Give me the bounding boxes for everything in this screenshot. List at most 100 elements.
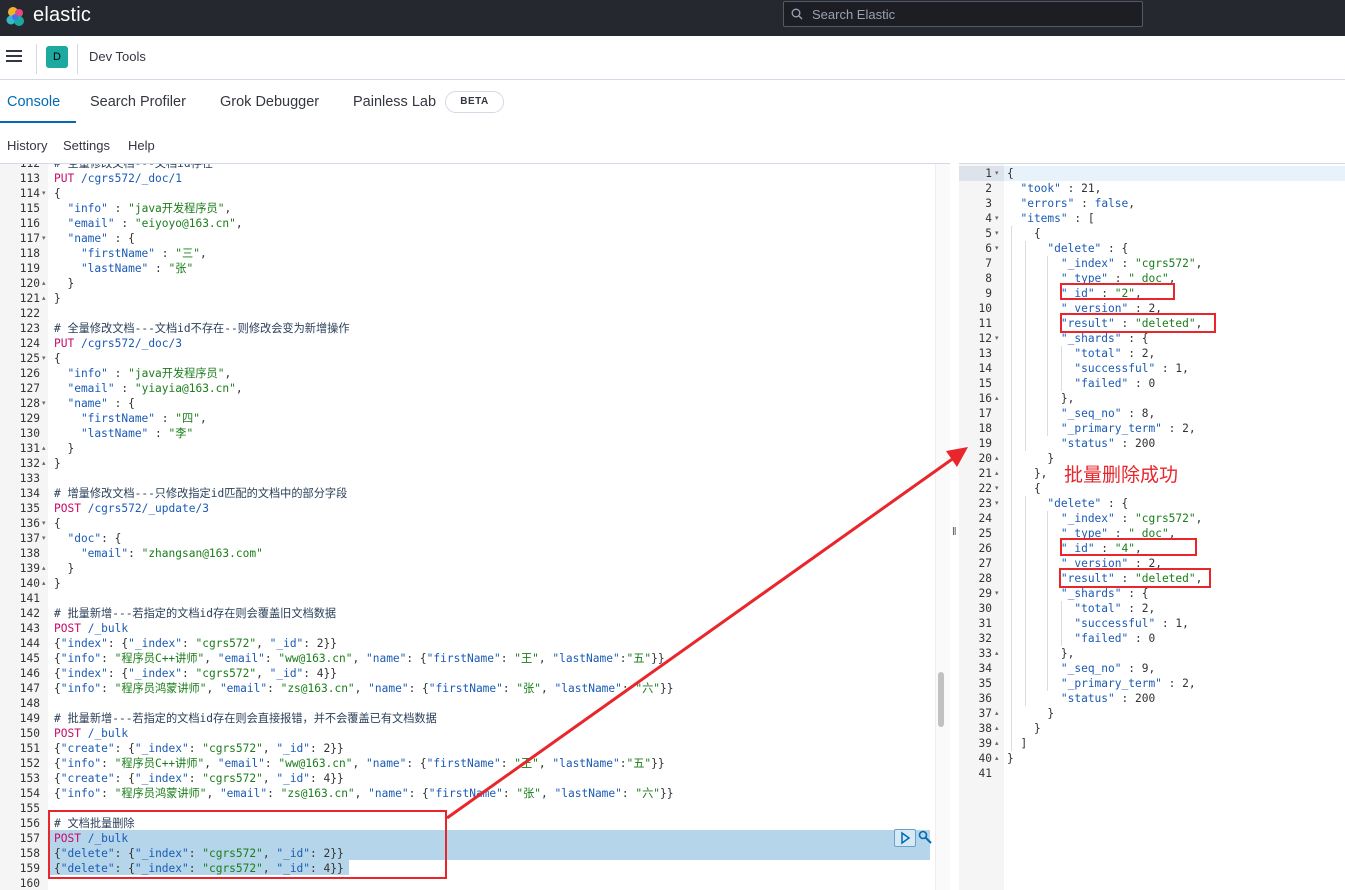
code-line: {"info": "程序员C++讲师", "email": "ww@163.cn… — [54, 757, 665, 770]
search-input[interactable] — [812, 4, 1132, 24]
line-number: 36 — [978, 692, 992, 705]
fold-toggle-icon[interactable]: ▴ — [995, 721, 999, 736]
line-number: 14 — [978, 362, 992, 375]
line-number: 8 — [985, 272, 992, 285]
divider — [77, 44, 78, 74]
line-number: 9 — [985, 287, 992, 300]
code-line: # 全量修改文档---文档id不存在--则修改会变为新增操作 — [54, 322, 350, 335]
line-number: 6 — [985, 242, 992, 255]
fold-toggle-icon[interactable]: ▴ — [42, 561, 46, 576]
fold-toggle-icon[interactable]: ▾ — [42, 186, 46, 201]
editor-scrollbar[interactable] — [935, 164, 950, 890]
fold-toggle-icon[interactable]: ▾ — [995, 586, 999, 601]
fold-toggle-icon[interactable]: ▾ — [995, 166, 999, 181]
fold-toggle-icon[interactable]: ▴ — [42, 276, 46, 291]
request-editor[interactable]: 112 # 全量修改文档---文档id存在 113 PUT /cgrs572/_doc… — [0, 163, 950, 890]
code-line: "successful" : 1, — [1007, 362, 1189, 375]
line-number: 30 — [978, 602, 992, 615]
line-number: 16 — [978, 392, 992, 405]
beta-badge: BETA — [445, 91, 504, 113]
fold-toggle-icon[interactable]: ▾ — [995, 496, 999, 511]
line-number: 148 — [19, 697, 40, 710]
fold-toggle-icon[interactable]: ▴ — [995, 646, 999, 661]
code-line: } — [54, 277, 75, 290]
line-number: 146 — [19, 667, 40, 680]
line-number: 28 — [978, 572, 992, 585]
code-line: "delete" : { — [1007, 242, 1129, 255]
fold-toggle-icon[interactable]: ▾ — [42, 531, 46, 546]
highlight-box — [1060, 313, 1216, 333]
fold-toggle-icon[interactable]: ▴ — [42, 441, 46, 456]
code-line: # 批量新增---若指定的文档id存在则会覆盖旧文档数据 — [54, 607, 337, 620]
hamburger-menu-icon[interactable] — [6, 50, 22, 64]
fold-toggle-icon[interactable]: ▴ — [995, 751, 999, 766]
line-number: 12 — [978, 332, 992, 345]
tab-grok-debugger[interactable]: Grok Debugger — [220, 94, 319, 110]
fold-toggle-icon[interactable]: ▾ — [995, 241, 999, 256]
code-line: "lastName" : "张" — [54, 262, 194, 275]
line-number: 122 — [19, 307, 40, 320]
fold-toggle-icon[interactable]: ▾ — [42, 231, 46, 246]
code-line: {"index": {"_index": "cgrs572", "_id": 4… — [54, 667, 337, 680]
fold-toggle-icon[interactable]: ▴ — [42, 456, 46, 471]
line-number: 35 — [978, 677, 992, 690]
code-line: {"info": "程序员鸿蒙讲师", "email": "zs@163.cn"… — [54, 787, 674, 800]
send-request-button[interactable] — [894, 829, 916, 847]
editor-scrollbar-thumb[interactable] — [938, 672, 944, 727]
line-number: 7 — [985, 257, 992, 270]
code-line: {"info": "程序员鸿蒙讲师", "email": "zs@163.cn"… — [54, 682, 674, 695]
space-avatar[interactable]: D — [46, 46, 68, 68]
code-line: } — [1007, 722, 1041, 735]
line-number: 40 — [978, 752, 992, 765]
line-number: 18 — [978, 422, 992, 435]
line-number: 39 — [978, 737, 992, 750]
settings-link[interactable]: Settings — [63, 138, 110, 153]
line-number: 15 — [978, 377, 992, 390]
line-number: 135 — [19, 502, 40, 515]
tab-painless-lab[interactable]: Painless Lab — [353, 94, 436, 110]
fold-toggle-icon[interactable]: ▴ — [995, 391, 999, 406]
highlight-box — [1059, 568, 1211, 588]
line-number: 13 — [978, 347, 992, 360]
help-link[interactable]: Help — [128, 138, 155, 153]
fold-toggle-icon[interactable]: ▴ — [995, 451, 999, 466]
line-number: 3 — [985, 197, 992, 210]
global-search[interactable] — [783, 1, 1143, 27]
fold-toggle-icon[interactable]: ▾ — [42, 351, 46, 366]
wrench-icon[interactable] — [917, 829, 933, 845]
fold-toggle-icon[interactable]: ▾ — [995, 211, 999, 226]
line-number: 160 — [19, 877, 40, 890]
tab-console[interactable]: Console — [7, 94, 60, 110]
fold-toggle-icon[interactable]: ▾ — [995, 226, 999, 241]
line-number: 150 — [19, 727, 40, 740]
fold-toggle-icon[interactable]: ▴ — [995, 466, 999, 481]
fold-toggle-icon[interactable]: ▴ — [42, 291, 46, 306]
fold-toggle-icon[interactable]: ▾ — [995, 481, 999, 496]
code-line: "_index" : "cgrs572", — [1007, 257, 1203, 270]
fold-toggle-icon[interactable]: ▴ — [995, 736, 999, 751]
active-line-highlight — [959, 166, 1345, 181]
line-number: 143 — [19, 622, 40, 635]
panel-resize-handle[interactable]: ‖ — [950, 163, 959, 890]
search-icon — [791, 8, 803, 20]
fold-toggle-icon[interactable]: ▴ — [42, 576, 46, 591]
brand-name[interactable]: elastic — [33, 4, 91, 27]
fold-toggle-icon[interactable]: ▾ — [42, 516, 46, 531]
elastic-logo-icon[interactable] — [4, 5, 28, 29]
fold-toggle-icon[interactable]: ▾ — [995, 331, 999, 346]
code-line: "doc": { — [54, 532, 122, 545]
tab-search-profiler[interactable]: Search Profiler — [90, 94, 186, 110]
line-number: 158 — [19, 847, 40, 860]
code-line: "_shards" : { — [1007, 332, 1149, 345]
line-number: 26 — [978, 542, 992, 555]
fold-toggle-icon[interactable]: ▾ — [42, 396, 46, 411]
history-link[interactable]: History — [7, 138, 47, 153]
response-viewer[interactable]: 1 ▾{2 "took" : 21, 3 "errors" : false, 4 ▾ "… — [959, 163, 1345, 890]
code-line: { — [1007, 482, 1041, 495]
highlight-box — [48, 810, 447, 879]
line-number: 151 — [19, 742, 40, 755]
fold-toggle-icon[interactable]: ▴ — [995, 706, 999, 721]
global-header: elastic — [0, 0, 1345, 36]
drag-handle-icon: ‖ — [952, 526, 957, 538]
code-line: # 增量修改文档---只修改指定id匹配的文档中的部分字段 — [54, 487, 348, 500]
